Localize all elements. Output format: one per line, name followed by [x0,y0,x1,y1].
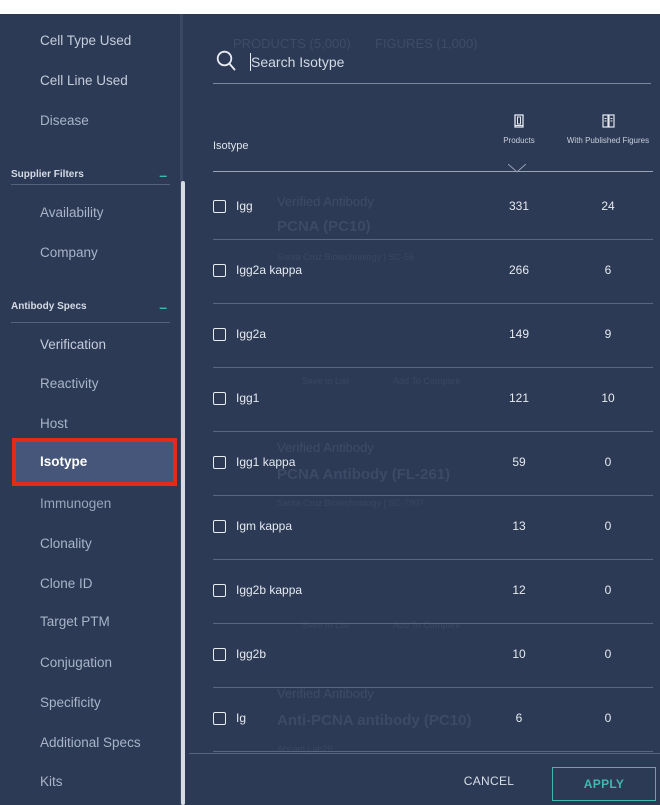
products-count: 266 [508,263,530,277]
isotype-checkbox[interactable] [213,648,226,661]
modal-footer: CANCEL APPLY [189,753,660,805]
isotype-search [213,50,651,84]
isotype-checkbox[interactable] [213,456,226,469]
published-figures-count: 9 [604,327,612,341]
sidebar-item-label: Isotype [40,454,88,469]
collapse-minus-icon[interactable]: – [159,299,167,315]
products-count: 59 [512,455,526,469]
isotype-checkbox[interactable] [213,328,226,341]
divider [11,322,170,323]
products-count: 149 [508,327,530,341]
antibody-specs-header[interactable]: Antibody Specs – [11,299,170,315]
isotype-checkbox[interactable] [213,584,226,597]
sidebar-scrollbar-thumb[interactable] [181,181,185,805]
isotype-panel: PRODUCTS (5,000) FIGURES (1,000) Verifie… [189,14,660,805]
sidebar-item-cell-type-used[interactable]: Cell Type Used [40,33,131,48]
sidebar-item-target-ptm[interactable]: Target PTM [40,614,110,629]
search-input[interactable] [251,52,641,72]
isotype-row-igg2b-kappa[interactable]: Igg2b kappa 12 0 [213,560,653,624]
antibody-specs-label: Antibody Specs [11,301,87,312]
isotype-row-igg[interactable]: Igg 331 24 [213,176,653,240]
isotype-checkbox[interactable] [213,200,226,213]
products-count: 331 [508,199,530,213]
published-figures-count: 0 [604,455,612,469]
collapse-minus-icon[interactable]: – [159,167,167,183]
sidebar-item-isotype[interactable]: Isotype [12,438,177,486]
isotype-checkbox[interactable] [213,520,226,533]
isotype-column-header: Isotype [213,140,249,152]
published-figures-count: 24 [601,199,615,213]
isotype-name: Igg2b kappa [236,583,303,597]
sort-chevron-icon[interactable] [508,164,526,173]
divider [11,184,170,185]
products-column-label: Products [503,136,535,145]
isotype-row-igg2a[interactable]: Igg2a 149 9 [213,304,653,368]
supplier-filters-label: Supplier Filters [11,169,84,180]
isotype-row-ig[interactable]: Ig 6 0 [213,688,653,752]
products-count: 13 [512,519,526,533]
isotype-row-igm-kappa[interactable]: Igm kappa 13 0 [213,496,653,560]
isotype-row-igg2b[interactable]: Igg2b 10 0 [213,624,653,688]
published-figures-count: 0 [604,647,612,661]
sidebar-item-additional-specs[interactable]: Additional Specs [40,735,141,750]
isotype-name: Igg2b [236,647,267,661]
apply-button[interactable]: APPLY [552,767,656,801]
isotype-name: Ig [236,711,247,725]
isotype-name: Igg1 [236,391,260,405]
sidebar-item-clone-id[interactable]: Clone ID [40,576,93,591]
sidebar-item-specificity[interactable]: Specificity [40,695,101,710]
isotype-row-igg2a-kappa[interactable]: Igg2a kappa 266 6 [213,240,653,304]
sidebar-item-cell-line-used[interactable]: Cell Line Used [40,73,128,88]
sidebar-item-host[interactable]: Host [40,416,68,431]
published-figures-count: 6 [604,263,612,277]
isotype-checkbox[interactable] [213,264,226,277]
isotype-checkbox[interactable] [213,712,226,725]
published-figures-count: 0 [604,519,612,533]
sidebar-item-immunogen[interactable]: Immunogen [40,496,111,511]
sidebar-item-clonality[interactable]: Clonality [40,536,92,551]
isotype-name: Igg [236,199,253,213]
published-figures-column-icon [601,114,615,128]
sidebar-item-conjugation[interactable]: Conjugation [40,655,112,670]
isotype-checkbox[interactable] [213,392,226,405]
isotype-name: Igm kappa [236,519,293,533]
background-tab-figures: FIGURES (1,000) [375,36,478,51]
published-figures-column-header[interactable]: With Published Figures [556,114,660,145]
isotype-row-igg1-kappa[interactable]: Igg1 kappa 59 0 [213,432,653,496]
text-cursor [250,53,251,71]
sidebar-item-kits[interactable]: Kits [40,774,63,789]
search-icon [216,50,236,71]
sidebar-item-disease[interactable]: Disease [40,113,89,128]
isotype-name: Igg1 kappa [236,455,296,469]
sidebar-item-verification[interactable]: Verification [40,337,106,352]
cancel-button[interactable]: CANCEL [444,774,534,788]
sidebar-item-reactivity[interactable]: Reactivity [40,376,99,391]
row-divider [213,751,653,752]
products-count: 121 [508,391,530,405]
products-column-header[interactable]: Products [489,114,549,145]
header-divider [213,171,653,172]
products-column-icon [514,114,524,128]
filter-sidebar: Cell Type Used Cell Line Used Disease Su… [0,14,185,805]
published-figures-column-label: With Published Figures [566,136,650,145]
background-tab-products: PRODUCTS (5,000) [233,36,351,51]
filter-modal: Cell Type Used Cell Line Used Disease Su… [0,14,660,805]
isotype-name: Igg2a kappa [236,263,303,277]
isotype-row-igg1[interactable]: Igg1 121 10 [213,368,653,432]
products-count: 6 [515,711,523,725]
supplier-filters-header[interactable]: Supplier Filters – [11,167,170,183]
published-figures-count: 10 [601,391,615,405]
products-count: 12 [512,583,526,597]
isotype-name: Igg2a [236,327,267,341]
published-figures-count: 0 [604,711,612,725]
published-figures-count: 0 [604,583,612,597]
sidebar-item-company[interactable]: Company [40,245,98,260]
products-count: 10 [512,647,526,661]
sidebar-item-availability[interactable]: Availability [40,205,104,220]
